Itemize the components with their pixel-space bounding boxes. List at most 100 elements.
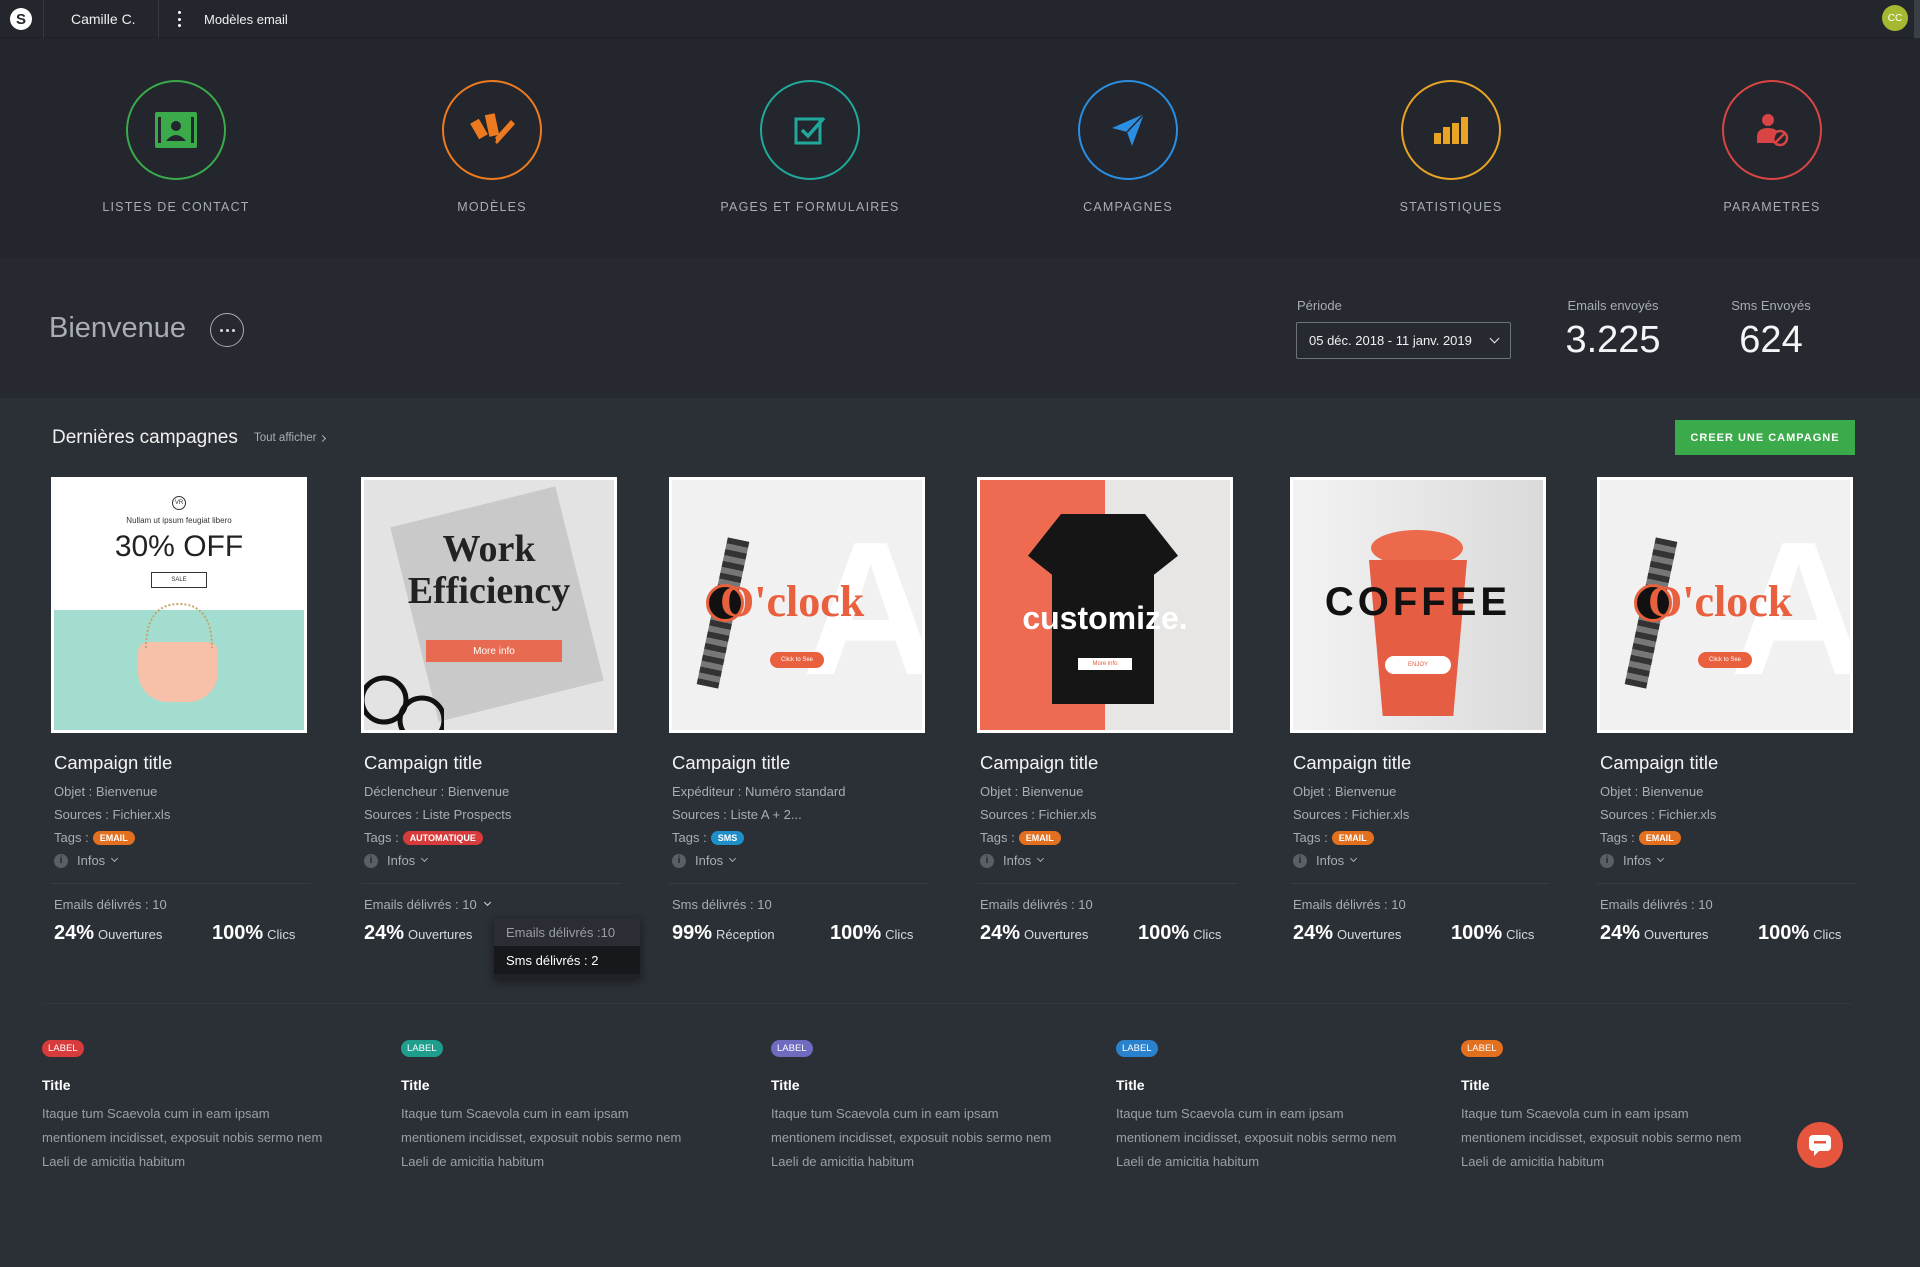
delivered-count: Emails délivrés : 10 — [1600, 897, 1853, 912]
infos-toggle[interactable]: i Infos — [672, 853, 925, 868]
chat-icon — [1809, 1135, 1831, 1156]
nav-pages-forms[interactable]: PAGES ET FORMULAIRES — [710, 80, 910, 214]
campaign-subject: Objet : Bienvenue — [1600, 784, 1704, 799]
article-title[interactable]: Title — [42, 1077, 332, 1093]
thumb-text: Work — [442, 528, 536, 570]
campaign-tags: Tags : EMAIL — [980, 830, 1233, 845]
period-select[interactable]: 05 déc. 2018 - 11 janv. 2019 — [1296, 322, 1511, 359]
tags-label: Tags : — [672, 830, 707, 845]
delivered-count[interactable]: Emails délivrés : 10 — [364, 897, 617, 912]
nav-campaigns[interactable]: CAMPAGNES — [1028, 80, 1228, 214]
campaign-card: A O'clock Click to See Campaign title Ex… — [669, 477, 929, 945]
article-title[interactable]: Title — [1116, 1077, 1406, 1093]
thumbnail-image: Work Efficiency More info — [364, 480, 614, 730]
infos-toggle[interactable]: i Infos — [1600, 853, 1853, 868]
thumb-text: SALE — [151, 572, 207, 588]
tag-badge[interactable]: EMAIL — [1018, 831, 1061, 845]
metric-label: Clics — [267, 927, 296, 942]
dropdown-item[interactable]: Emails délivrés :10 — [494, 918, 640, 946]
nav-circle — [1078, 80, 1178, 180]
article-title[interactable]: Title — [1461, 1077, 1751, 1093]
more-menu-icon[interactable] — [176, 11, 182, 27]
metric-label: Ouvertures — [98, 927, 163, 942]
metric-opens: 99% Réception — [672, 922, 830, 945]
nav-templates[interactable]: MODÈLES — [392, 80, 592, 214]
nav-contact-lists[interactable]: LISTES DE CONTACT — [76, 80, 276, 214]
app-logo[interactable]: S — [10, 8, 32, 30]
tag-badge[interactable]: EMAIL — [1638, 831, 1681, 845]
divider — [1597, 883, 1857, 884]
infos-toggle[interactable]: i Infos — [364, 853, 617, 868]
thumb-text: Click to See — [1698, 652, 1752, 668]
article-text: Itaque tum Scaevola cum in eam ipsam men… — [1461, 1106, 1742, 1169]
campaign-title[interactable]: Campaign title — [364, 752, 617, 774]
campaign-metrics: 99% Réception 100% Clics — [672, 922, 925, 945]
logo-letter: S — [15, 10, 26, 28]
campaign-card: COFFEE ENJOY Campaign title Objet : Bien… — [1290, 477, 1550, 945]
metric-label: Ouvertures — [1337, 927, 1402, 942]
campaign-thumbnail[interactable]: A O'clock Click to See — [1597, 477, 1853, 733]
user-name[interactable]: Camille C. — [71, 11, 136, 27]
metric-value: 100% — [1451, 922, 1503, 944]
campaign-subject: Objet : Bienvenue — [54, 784, 158, 799]
metric-clicks: 100%Clics — [212, 922, 295, 945]
section-title: Dernières campagnes — [52, 427, 238, 448]
campaign-thumbnail[interactable]: customize. More info — [977, 477, 1233, 733]
metric-label: Ouvertures — [1024, 927, 1089, 942]
tags-label: Tags : — [980, 830, 1015, 845]
article-item: LABEL Title Itaque tum Scaevola cum in e… — [771, 1038, 1061, 1174]
chevron-down-icon — [729, 854, 737, 863]
campaign-sources: Sources : Fichier.xls — [1293, 807, 1410, 822]
chevron-down-icon[interactable] — [483, 898, 491, 907]
brand-icon: VR — [172, 496, 186, 510]
infos-toggle[interactable]: i Infos — [54, 853, 307, 868]
campaign-title[interactable]: Campaign title — [1600, 752, 1853, 774]
dropdown-item[interactable]: Sms délivrés : 2 — [494, 946, 640, 974]
delivered-label: Emails délivrés : 10 — [364, 897, 477, 912]
campaign-title[interactable]: Campaign title — [672, 752, 925, 774]
campaign-tags: Tags : AUTOMATIQUE — [364, 830, 617, 845]
campaign-metrics: 24%Ouvertures 100%Clics — [54, 922, 307, 945]
campaign-thumbnail[interactable]: A O'clock Click to See — [669, 477, 925, 733]
chevron-down-icon — [421, 854, 429, 863]
see-all-link[interactable]: Tout afficher — [254, 432, 327, 444]
article-item: LABEL Title Itaque tum Scaevola cum in e… — [1116, 1038, 1406, 1174]
divider — [42, 1003, 1852, 1004]
main-nav: LISTES DE CONTACT MODÈLES PAGES ET FORMU… — [0, 38, 1920, 258]
campaign-thumbnail[interactable]: VR Nullam ut ipsum feugiat libero 30% OF… — [51, 477, 307, 733]
campaign-thumbnail[interactable]: COFFEE ENJOY — [1290, 477, 1546, 733]
article-text: Itaque tum Scaevola cum in eam ipsam men… — [401, 1106, 682, 1169]
thumb-text: ENJOY — [1385, 656, 1451, 674]
campaign-subject: Expéditeur : Numéro standard — [672, 784, 846, 799]
tag-badge[interactable]: AUTOMATIQUE — [402, 831, 483, 845]
infos-toggle[interactable]: i Infos — [1293, 853, 1546, 868]
tags-label: Tags : — [1293, 830, 1328, 845]
nav-settings[interactable]: PARAMETRES — [1672, 80, 1872, 214]
infos-toggle[interactable]: i Infos — [980, 853, 1233, 868]
article-title[interactable]: Title — [401, 1077, 691, 1093]
metric-label: Clics — [1813, 927, 1842, 942]
campaign-sources: Sources : Fichier.xls — [1600, 807, 1717, 822]
avatar[interactable]: CC — [1882, 5, 1908, 31]
nav-statistics[interactable]: STATISTIQUES — [1351, 80, 1551, 214]
campaign-title[interactable]: Campaign title — [1293, 752, 1546, 774]
thumb-text: Nullam ut ipsum feugiat libero — [126, 516, 232, 525]
info-icon: i — [364, 853, 378, 868]
thumb-text: More info — [426, 640, 562, 662]
welcome-band: Bienvenue Période 05 déc. 2018 - 11 janv… — [0, 258, 1920, 398]
more-options-button[interactable] — [210, 313, 244, 347]
tag-badge[interactable]: EMAIL — [1331, 831, 1374, 845]
campaign-thumbnail[interactable]: Work Efficiency More info — [361, 477, 617, 733]
scrollbar[interactable] — [1914, 0, 1920, 38]
campaign-title[interactable]: Campaign title — [54, 752, 307, 774]
infos-label: Infos — [1003, 853, 1032, 868]
chat-button[interactable] — [1797, 1122, 1843, 1168]
campaign-title[interactable]: Campaign title — [980, 752, 1233, 774]
tag-badge[interactable]: SMS — [710, 831, 745, 845]
article-title[interactable]: Title — [771, 1077, 1061, 1093]
divider — [158, 0, 159, 38]
emails-sent-stat: Emails envoyés 3.225 — [1561, 298, 1665, 362]
tag-badge[interactable]: EMAIL — [92, 831, 135, 845]
info-icon: i — [54, 853, 68, 868]
create-campaign-button[interactable]: CREER UNE CAMPAGNE — [1675, 420, 1855, 455]
